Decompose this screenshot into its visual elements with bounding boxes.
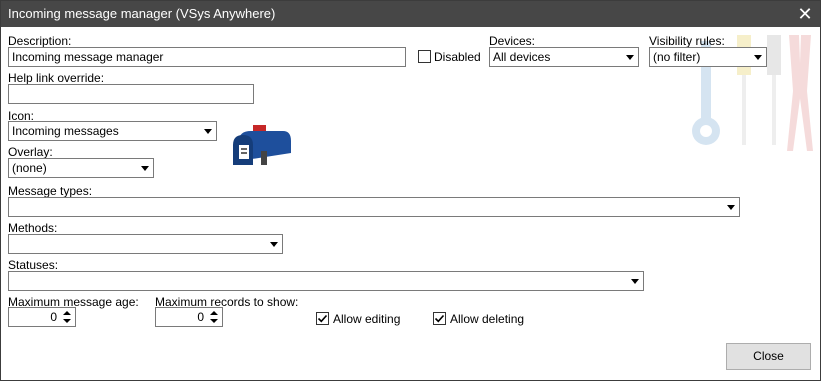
checkmark-icon [317,314,328,323]
statuses-select[interactable] [8,271,644,291]
overlay-label: Overlay: [8,145,53,159]
max-age-value: 0 [50,310,57,324]
chevron-down-icon [727,205,735,210]
methods-label: Methods: [8,221,58,235]
chevron-down-icon [141,166,149,171]
description-field[interactable]: Incoming message manager [8,47,406,67]
allow-editing-label: Allow editing [333,312,401,326]
dialog-window: Incoming message manager (VSys Anywhere)… [0,0,821,381]
message-types-select[interactable] [8,197,740,217]
chevron-down-icon [204,129,212,134]
close-icon[interactable]: ✕ [790,1,820,27]
title-bar: Incoming message manager (VSys Anywhere)… [1,1,820,27]
overlay-select[interactable]: (none) [8,158,154,178]
close-button[interactable]: Close [726,343,811,370]
visibility-label: Visibility rules: [649,34,725,48]
allow-deleting-label: Allow deleting [450,312,525,326]
mailbox-icon [233,125,291,165]
visibility-value: (no filter) [653,50,701,64]
statuses-label: Statuses: [8,258,59,272]
max-records-value: 0 [197,310,204,324]
chevron-down-icon [631,279,639,284]
allow-deleting-checkbox[interactable] [433,312,446,325]
icon-value: Incoming messages [12,124,119,138]
window-title: Incoming message manager (VSys Anywhere) [8,6,276,21]
overlay-value: (none) [12,161,47,175]
message-types-label: Message types: [8,184,93,198]
max-records-stepper[interactable]: 0 [155,307,223,327]
help-link-field[interactable] [8,84,254,104]
chevron-down-icon [754,55,762,60]
devices-select[interactable]: All devices [489,47,639,67]
spin-up-icon[interactable] [61,309,73,317]
disabled-checkbox[interactable] [418,50,431,63]
description-label: Description: [8,34,72,48]
checkmark-icon [434,314,445,323]
icon-select[interactable]: Incoming messages [8,121,217,141]
methods-select[interactable] [8,234,283,254]
devices-label: Devices: [489,34,536,48]
devices-value: All devices [493,50,551,64]
chevron-down-icon [270,242,278,247]
spin-down-icon[interactable] [61,318,73,326]
max-age-stepper[interactable]: 0 [8,307,76,327]
allow-editing-checkbox[interactable] [316,312,329,325]
spin-up-icon[interactable] [208,309,220,317]
disabled-label: Disabled [434,50,481,64]
chevron-down-icon [626,55,634,60]
spin-down-icon[interactable] [208,318,220,326]
visibility-select[interactable]: (no filter) [649,47,767,67]
help-link-label: Help link override: [8,71,105,85]
